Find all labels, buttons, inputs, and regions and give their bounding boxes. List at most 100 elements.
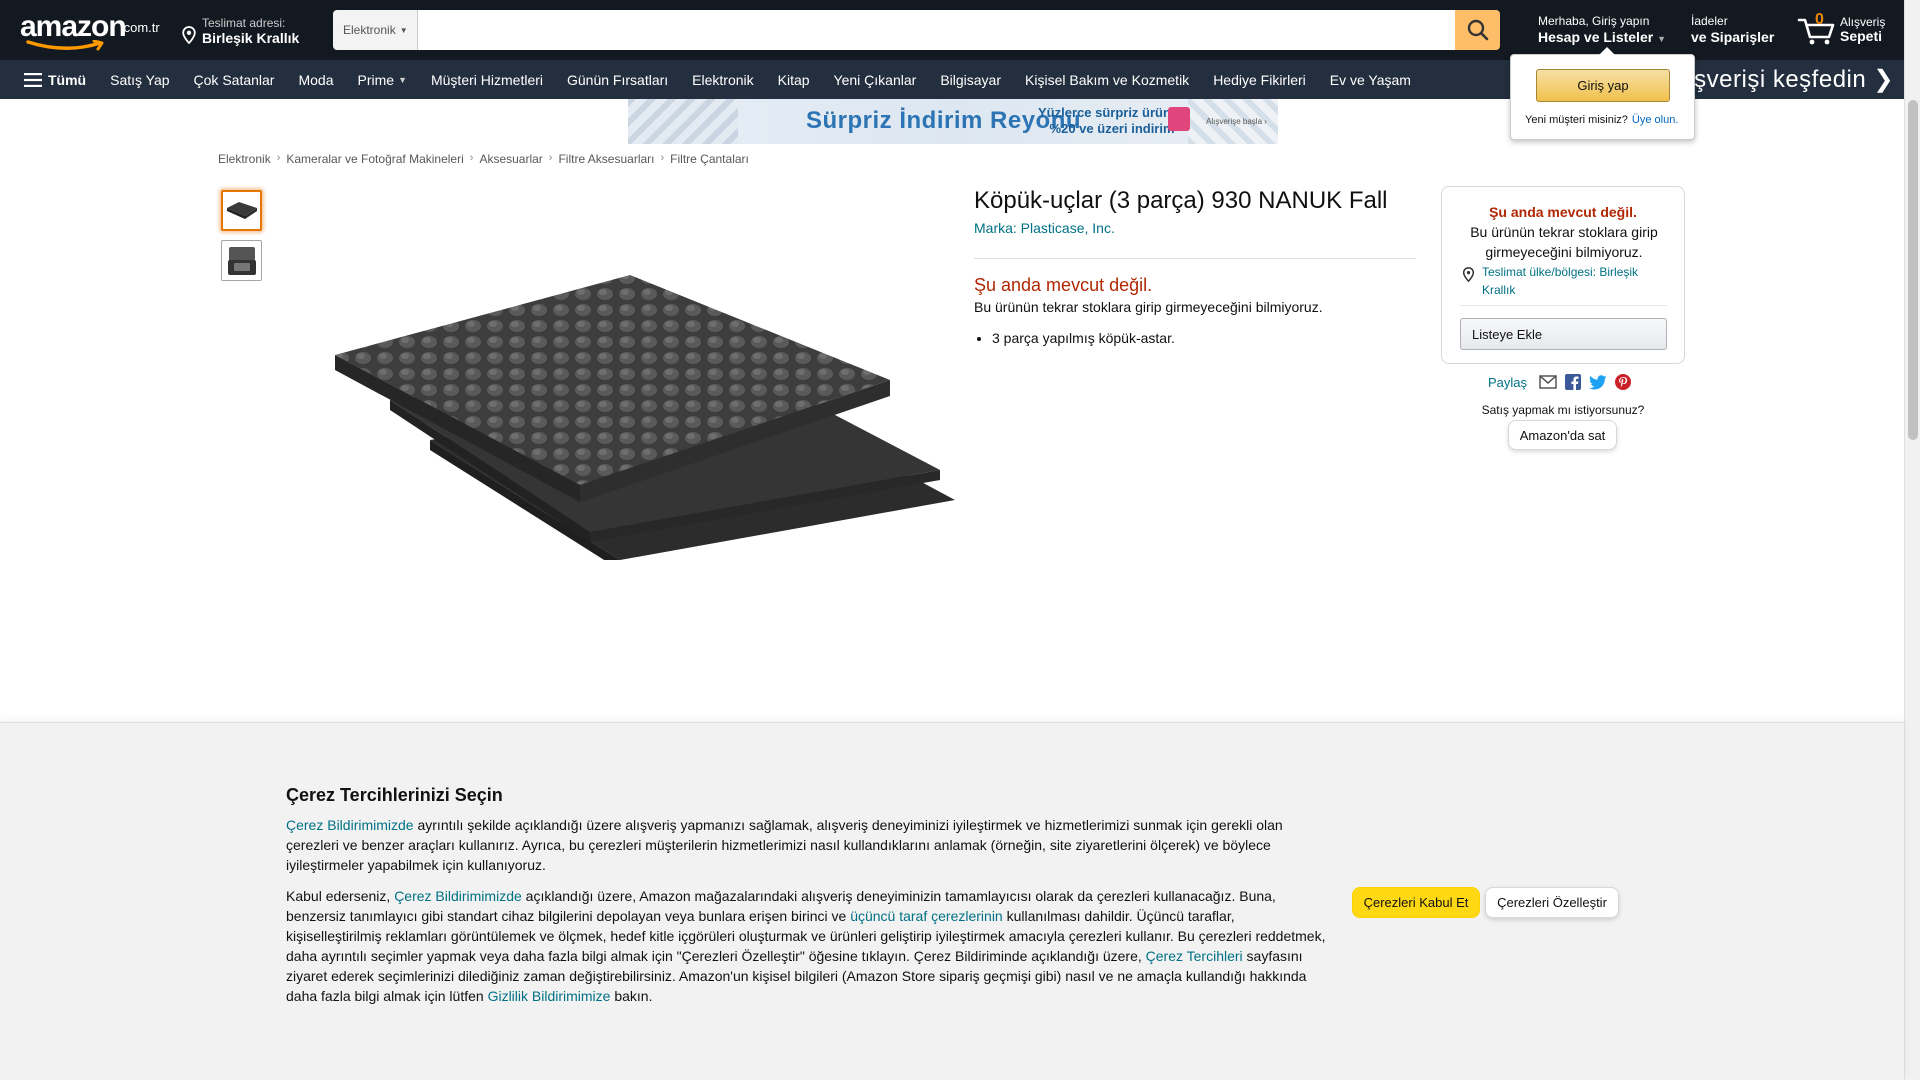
nav-item-bestsellers[interactable]: Çok Satanlar <box>182 60 287 99</box>
chevron-right-icon: › <box>276 152 281 164</box>
register-link[interactable]: Üye olun. <box>1632 114 1678 126</box>
banner-subtitle: Yüzlerce sürpriz üründe %20 ve üzeri ind… <box>1038 105 1186 137</box>
cookie-paragraph: Çerez Bildirimimizde ayrıntılı şekilde a… <box>286 815 1326 875</box>
breadcrumb-item[interactable]: Kameralar ve Fotoğraf Makineleri <box>286 152 463 166</box>
divider <box>974 258 1416 259</box>
nav-item-computers[interactable]: Bilgisayar <box>928 60 1013 99</box>
cookie-paragraph: Kabul ederseniz, Çerez Bildirimimizde aç… <box>286 886 1326 1006</box>
gift-icon <box>1168 107 1190 131</box>
nav-item-todays-deals[interactable]: Günün Fırsatları <box>555 60 680 99</box>
orders-line2: ve Siparişler <box>1691 29 1775 45</box>
flyout-arrow <box>1599 47 1615 55</box>
breadcrumb: Elektronik › Kameralar ve Fotoğraf Makin… <box>218 152 749 166</box>
cookie-notice-link[interactable]: Çerez Bildirimimizde <box>394 888 522 904</box>
nav-item-fashion[interactable]: Moda <box>286 60 345 99</box>
breadcrumb-item[interactable]: Aksesuarlar <box>479 152 542 166</box>
cookie-preferences-link[interactable]: Çerez Tercihleri <box>1146 948 1243 964</box>
nav-item-beauty[interactable]: Kişisel Bakım ve Kozmetik <box>1013 60 1201 99</box>
product-title: Köpük-uçlar (3 parça) 930 NANUK Fall <box>974 187 1388 214</box>
returns-orders-link[interactable]: İadeler ve Siparişler <box>1691 14 1791 48</box>
chevron-right-icon: › <box>660 152 665 164</box>
location-pin-icon <box>1462 267 1475 282</box>
customize-cookies-button[interactable]: Çerezleri Özelleştir <box>1485 887 1619 918</box>
nav-item-home[interactable]: Ev ve Yaşam <box>1318 60 1423 99</box>
brand-link[interactable]: Marka: Plasticase, Inc. <box>974 220 1115 236</box>
cookie-consent-panel: Çerez Tercihlerinizi Seçin Çerez Bildiri… <box>0 722 1904 1080</box>
account-greeting: Merhaba, Giriş yapın <box>1538 14 1650 28</box>
third-party-cookies-link[interactable]: üçüncü taraf çerezlerinin <box>850 908 1003 924</box>
nav-item-electronics[interactable]: Elektronik <box>680 60 765 99</box>
banner-cta: Alışverişe başla › <box>1206 117 1267 126</box>
nav-item-label: Müşteri Hizmetleri <box>430 71 543 88</box>
top-header: amazon .com.tr Teslimat adresi: Birleşik… <box>0 0 1904 60</box>
product-thumbnail[interactable] <box>221 240 262 281</box>
foam-thumbnail-image <box>226 201 257 219</box>
cart-line2: Sepeti <box>1840 28 1883 44</box>
caret-down-icon: ▼ <box>398 74 407 85</box>
email-icon[interactable] <box>1539 375 1557 389</box>
delivery-location[interactable]: Teslimat adresi: Birleşik Krallık <box>182 14 322 48</box>
nav-item-label: Moda <box>298 71 334 88</box>
nav-item-new-releases[interactable]: Yeni Çıkanlar <box>822 60 929 99</box>
nav-item-customer-service[interactable]: Müşteri Hizmetleri <box>419 60 555 99</box>
breadcrumb-item[interactable]: Filtre Çantaları <box>670 152 749 166</box>
search-button[interactable] <box>1455 10 1500 50</box>
account-label-row: Hesap ve Listeler ▼ <box>1538 29 1678 45</box>
amazon-logo[interactable]: amazon .com.tr <box>20 10 168 51</box>
cart-link[interactable]: 0 Alışveriş Sepeti <box>1797 11 1897 50</box>
breadcrumb-item[interactable]: Filtre Aksesuarları <box>558 152 654 166</box>
nav-item-prime[interactable]: Prime ▼ <box>346 60 419 99</box>
search-bar: Elektronik ▼ <box>333 10 1500 50</box>
banner-subtitle-line1: Yüzlerce sürpriz üründe <box>1038 105 1187 120</box>
cookie-notice-link[interactable]: Çerez Bildirimimizde <box>286 817 414 833</box>
nav-item-label: Kişisel Bakım ve Kozmetik <box>1025 71 1190 88</box>
cart-count: 0 <box>1815 11 1824 28</box>
account-lists-menu[interactable]: Merhaba, Giriş yapın Hesap ve Listeler ▼ <box>1538 14 1678 48</box>
breadcrumb-item[interactable]: Elektronik <box>218 152 271 166</box>
nav-item-label: Satış Yap <box>110 71 170 88</box>
pinterest-icon[interactable] <box>1615 374 1632 390</box>
cookie-text: ayrıntılı şekilde açıklandığı üzere alış… <box>286 817 1283 873</box>
promo-banner[interactable]: Sürpriz İndirim Reyonu Yüzlerce sürpriz … <box>628 99 1278 144</box>
privacy-notice-link[interactable]: Gizlilik Bildirimimize <box>488 988 611 1004</box>
chevron-right-icon: › <box>469 152 474 164</box>
caret-down-icon: ▼ <box>399 25 408 35</box>
facebook-icon[interactable] <box>1565 374 1582 390</box>
nav-item-gift-ideas[interactable]: Hediye Fikirleri <box>1201 60 1318 99</box>
nav-item-label: Hediye Fikirleri <box>1213 71 1306 88</box>
accept-cookies-button[interactable]: Çerezleri Kabul Et <box>1352 887 1480 918</box>
signin-flyout: Giriş yap Yeni müşteri misiniz? Üye olun. <box>1510 47 1695 140</box>
location-pin-icon <box>182 26 196 44</box>
twitter-icon[interactable] <box>1589 374 1607 390</box>
sell-on-amazon-button[interactable]: Amazon'da sat <box>1508 420 1617 450</box>
divider <box>1460 305 1667 306</box>
logo-tld: .com.tr <box>120 20 160 35</box>
feature-bullet: 3 parça yapılmış köpük-astar. <box>992 330 1175 346</box>
add-to-list-button[interactable]: Listeye Ekle <box>1460 318 1667 350</box>
search-input[interactable] <box>418 10 1455 50</box>
nav-item-label: Günün Fırsatları <box>567 71 669 88</box>
cart-line1: Alışveriş <box>1840 15 1886 29</box>
nav-item-label: Kitap <box>777 71 810 88</box>
nav-all-menu[interactable]: Tümü <box>0 60 98 99</box>
search-category-dropdown[interactable]: Elektronik ▼ <box>333 10 418 50</box>
nav-item-books[interactable]: Kitap <box>766 60 822 99</box>
page-scrollbar[interactable] <box>1904 0 1920 1080</box>
orders-line1: İadeler <box>1691 14 1728 28</box>
signin-button[interactable]: Giriş yap <box>1536 69 1670 102</box>
nav-item-label: Bilgisayar <box>940 71 1002 88</box>
nav-all-label: Tümü <box>48 71 87 88</box>
caret-down-icon: ▼ <box>1657 34 1666 44</box>
sell-question: Satış yapmak mı istiyorsunuz? <box>1481 403 1645 417</box>
buybox-location-link[interactable]: Teslimat ülke/bölgesi: Birleşik Krallık <box>1482 263 1662 299</box>
product-main-image[interactable] <box>330 270 955 560</box>
nav-item-label: Prime <box>357 71 395 88</box>
availability-status: Şu anda mevcut değil. <box>974 275 1153 295</box>
share-label: Paylaş <box>1488 374 1528 390</box>
nav-item-sell[interactable]: Satış Yap <box>98 60 181 99</box>
nav-promo-link[interactable]: alışverişi keşfedin ❯ <box>1667 60 1894 99</box>
deliver-label: Teslimat adresi: <box>202 16 286 30</box>
buybox-availability-status: Şu anda mevcut değil. <box>1489 204 1637 220</box>
product-thumbnail[interactable] <box>221 190 262 231</box>
scrollbar-thumb[interactable] <box>1908 100 1918 440</box>
